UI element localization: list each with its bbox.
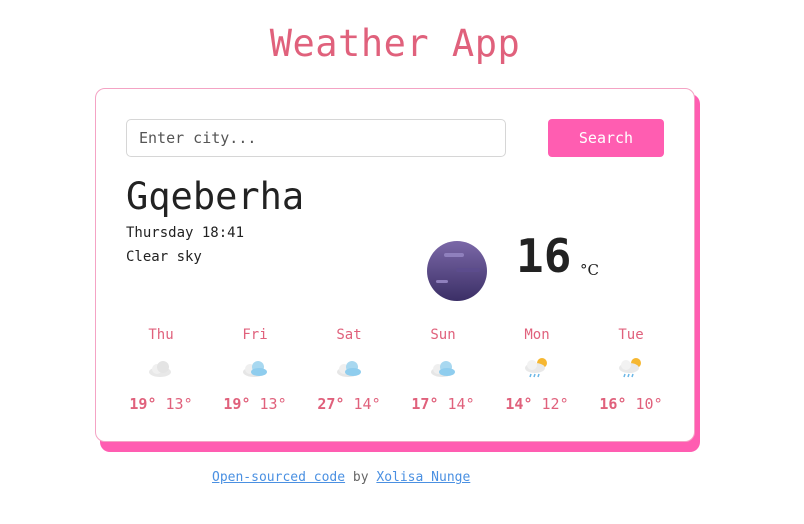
cloud-icon xyxy=(431,361,455,377)
forecast-max-temp: 19° xyxy=(129,395,157,413)
forecast-day: Thu 19° 13° xyxy=(114,325,208,415)
forecast-min-temp: 13° xyxy=(165,395,193,413)
forecast-min-temp: 12° xyxy=(541,395,569,413)
current-temperature: 16 xyxy=(516,229,572,283)
forecast-max-temp: 16° xyxy=(599,395,627,413)
cloud-icon xyxy=(337,361,361,377)
moon-icon xyxy=(427,241,487,301)
city-search-input[interactable] xyxy=(126,119,506,157)
sun-rain-icon xyxy=(619,358,641,378)
forecast-day-label: Mon xyxy=(524,327,550,343)
source-code-link[interactable]: Open-sourced code xyxy=(212,470,345,485)
city-name: Gqeberha xyxy=(126,175,305,218)
forecast-day: Tue 16° 10° xyxy=(584,325,678,415)
weather-card: Search Gqeberha Thursday 18:41 Clear sky… xyxy=(95,88,695,442)
app-title: Weather App xyxy=(269,22,521,65)
forecast-min-temp: 14° xyxy=(447,395,475,413)
footer: Open-sourced code by Xolisa Nunge xyxy=(212,470,470,485)
forecast-max-temp: 14° xyxy=(505,395,533,413)
footer-by-text: by xyxy=(352,470,369,485)
forecast-day-label: Thu xyxy=(148,327,174,343)
forecast-day-label: Sun xyxy=(430,327,456,343)
forecast-day: Fri 19° 13° xyxy=(208,325,302,415)
forecast-min-temp: 13° xyxy=(259,395,287,413)
forecast-max-temp: 19° xyxy=(223,395,251,413)
author-link[interactable]: Xolisa Nunge xyxy=(376,470,470,485)
forecast-row: Thu 19° 13° Fri 19° 13° Sat 27° 14° Sun … xyxy=(114,325,678,415)
forecast-day-label: Sat xyxy=(336,327,362,343)
current-datetime: Thursday 18:41 xyxy=(126,225,245,241)
cloud-icon xyxy=(149,361,171,377)
forecast-max-temp: 27° xyxy=(317,395,345,413)
weather-description: Clear sky xyxy=(126,249,202,265)
forecast-day: Sun 17° 14° xyxy=(396,325,490,415)
forecast-day-label: Tue xyxy=(618,327,644,343)
forecast-day: Sat 27° 14° xyxy=(302,325,396,415)
forecast-max-temp: 17° xyxy=(411,395,439,413)
temperature-unit: °C xyxy=(580,261,599,279)
search-button[interactable]: Search xyxy=(548,119,664,157)
sun-rain-icon xyxy=(525,358,547,378)
cloud-icon xyxy=(243,361,267,377)
forecast-day: Mon 14° 12° xyxy=(490,325,584,415)
forecast-min-temp: 10° xyxy=(635,395,663,413)
forecast-day-label: Fri xyxy=(242,327,268,343)
forecast-min-temp: 14° xyxy=(353,395,381,413)
